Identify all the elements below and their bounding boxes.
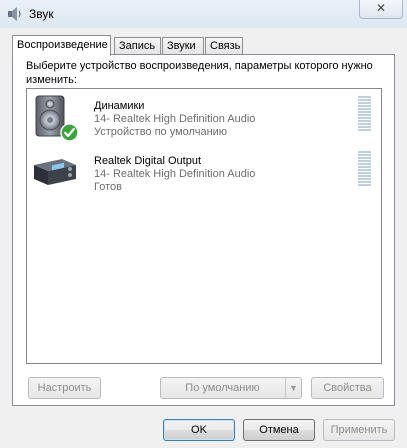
digital-output-icon — [34, 159, 76, 185]
tab-sounds[interactable]: Звуки — [162, 37, 204, 55]
tab-label: Связь — [210, 40, 241, 52]
set-default-label: По умолчанию — [185, 382, 260, 394]
chevron-down-icon[interactable]: ▼ — [285, 378, 301, 398]
playback-panel: Выберите устройство воспроизведения, пар… — [12, 54, 395, 406]
device-item-digital-output[interactable]: Realtek Digital Output 14- Realtek High … — [27, 147, 381, 199]
volume-meter — [358, 96, 371, 132]
device-name: Realtek Digital Output — [94, 155, 201, 167]
title-bar[interactable]: Звук ✕ — [0, 0, 407, 28]
set-default-button[interactable]: По умолчанию ▼ — [160, 377, 302, 399]
close-button[interactable]: ✕ — [359, 0, 403, 19]
tab-label: Звуки — [167, 40, 196, 52]
device-status: Устройство по умолчанию — [94, 126, 228, 138]
tab-playback[interactable]: Воспроизведение — [12, 35, 111, 56]
tab-label: Воспроизведение — [17, 39, 108, 51]
device-name: Динамики — [94, 100, 145, 112]
device-list[interactable]: Динамики 14- Realtek High Definition Aud… — [26, 88, 382, 364]
default-check-icon — [60, 123, 79, 142]
tab-label: Запись — [119, 40, 156, 52]
window-title: Звук — [29, 7, 54, 21]
volume-meter — [358, 151, 371, 187]
device-status: Готов — [94, 181, 122, 193]
device-driver: 14- Realtek High Definition Audio — [94, 113, 256, 125]
tab-communications[interactable]: Связь — [205, 37, 243, 55]
apply-button[interactable]: Применить — [323, 419, 395, 441]
instruction-text: Выберите устройство воспроизведения, пар… — [26, 60, 373, 86]
properties-button[interactable]: Свойства — [311, 377, 384, 399]
configure-button[interactable]: Настроить — [28, 377, 101, 399]
tab-recording[interactable]: Запись — [114, 37, 161, 55]
sound-app-icon — [8, 7, 21, 21]
device-driver: 14- Realtek High Definition Audio — [94, 168, 256, 180]
cancel-button[interactable]: Отмена — [243, 419, 315, 441]
close-icon: ✕ — [375, 1, 387, 15]
ok-button[interactable]: OK — [163, 419, 235, 441]
device-item-speakers[interactable]: Динамики 14- Realtek High Definition Aud… — [27, 92, 381, 144]
